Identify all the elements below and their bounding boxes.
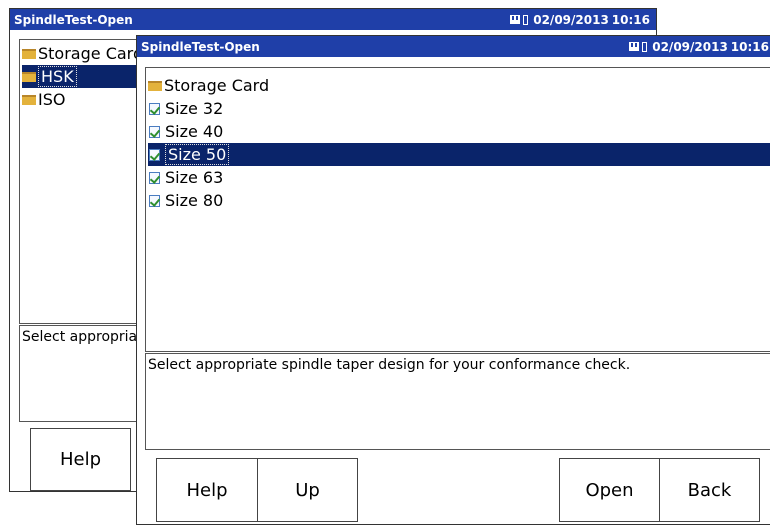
tree-item-label: Size 80 xyxy=(165,191,224,210)
front-window-status: 02/09/2013 10:16 xyxy=(629,40,770,54)
file-check-icon xyxy=(149,194,160,207)
front-window-description: Select appropriate spindle taper design … xyxy=(145,353,770,450)
front-window-title: SpindleTest-Open xyxy=(141,39,260,54)
file-check-icon xyxy=(149,171,160,184)
tree-item-size-80[interactable]: Size 80 xyxy=(148,189,770,212)
battery-icon xyxy=(523,14,529,25)
front-window-tree[interactable]: Storage Card Size 32 Size 40 Size 50 Siz… xyxy=(145,67,770,352)
file-check-icon xyxy=(149,102,160,115)
tree-item-size-50[interactable]: Size 50 xyxy=(148,143,770,166)
back-button[interactable]: Back xyxy=(659,458,760,522)
front-window-titlebar: SpindleTest-Open 02/09/2013 10:16 xyxy=(137,36,770,57)
tree-item-storage-card[interactable]: Storage Card xyxy=(22,42,149,65)
front-window-date: 02/09/2013 xyxy=(652,39,728,54)
back-window-title: SpindleTest-Open xyxy=(14,12,133,27)
tree-item-label: Size 50 xyxy=(165,144,230,165)
file-check-icon xyxy=(149,148,160,161)
tree-item-hsk[interactable]: HSK xyxy=(22,65,149,88)
open-button[interactable]: Open xyxy=(559,458,660,522)
front-window: SpindleTest-Open 02/09/2013 10:16 Storag… xyxy=(136,35,770,525)
file-check-icon xyxy=(149,125,160,138)
back-window-date: 02/09/2013 xyxy=(533,12,609,27)
tree-item-label: Storage Card xyxy=(164,76,270,95)
folder-icon xyxy=(148,80,162,91)
tree-item-size-32[interactable]: Size 32 xyxy=(148,97,770,120)
folder-icon xyxy=(22,71,36,82)
back-window-titlebar: SpindleTest-Open 02/09/2013 10:16 xyxy=(10,9,656,30)
back-window-time: 10:16 xyxy=(611,12,650,27)
tree-item-label: Size 40 xyxy=(165,122,224,141)
tree-item-label: HSK xyxy=(38,66,77,87)
tree-item-label: Storage Card xyxy=(38,44,144,63)
battery-icon xyxy=(642,41,648,52)
folder-icon xyxy=(22,94,36,105)
memory-icon xyxy=(629,42,640,51)
folder-icon xyxy=(22,48,36,59)
back-window-status: 02/09/2013 10:16 xyxy=(510,13,656,27)
back-help-button[interactable]: Help xyxy=(30,428,131,491)
back-window-tree[interactable]: Storage Card HSK ISO xyxy=(19,39,150,324)
memory-icon xyxy=(510,15,521,24)
front-window-time: 10:16 xyxy=(730,39,769,54)
help-button[interactable]: Help xyxy=(156,458,258,522)
tree-item-label: Size 63 xyxy=(165,168,224,187)
tree-item-size-40[interactable]: Size 40 xyxy=(148,120,770,143)
tree-item-size-63[interactable]: Size 63 xyxy=(148,166,770,189)
back-window-description: Select appropriate spindle taper design … xyxy=(19,325,150,422)
tree-item-storage-card[interactable]: Storage Card xyxy=(148,74,770,97)
tree-item-label: ISO xyxy=(38,90,66,109)
up-button[interactable]: Up xyxy=(257,458,358,522)
tree-item-iso[interactable]: ISO xyxy=(22,88,149,111)
tree-item-label: Size 32 xyxy=(165,99,224,118)
